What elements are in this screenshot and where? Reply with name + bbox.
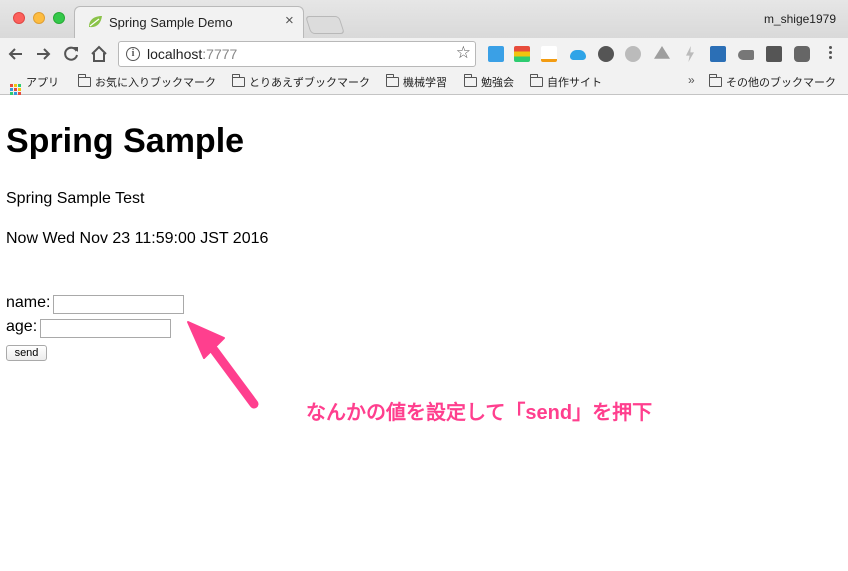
- forward-arrow-icon[interactable]: [33, 44, 53, 64]
- tab-title: Spring Sample Demo: [109, 15, 233, 30]
- bookmark-folder-label: お気に入りブックマーク: [95, 77, 216, 89]
- name-row: name:: [6, 294, 185, 314]
- age-row: age:: [6, 318, 172, 338]
- bookmark-other-label: その他のブックマーク: [726, 77, 836, 89]
- jb-icon[interactable]: [766, 46, 782, 62]
- cloud-icon[interactable]: [570, 50, 586, 60]
- folder-icon: [232, 74, 245, 87]
- bookmarks-overflow-chevron[interactable]: »: [688, 73, 695, 87]
- browser-tab[interactable]: Spring Sample Demo ×: [74, 6, 304, 38]
- age-label: age:: [6, 318, 38, 335]
- bookmark-folder[interactable]: 自作サイト: [530, 74, 602, 90]
- back-arrow-icon[interactable]: [6, 44, 26, 64]
- window-close-button[interactable]: [13, 12, 25, 24]
- bookmark-folder[interactable]: 勉強会: [464, 74, 514, 90]
- page-subtitle: Spring Sample Test: [6, 190, 145, 207]
- bookmark-star-icon[interactable]: ☆: [456, 43, 471, 63]
- bookmark-folder[interactable]: とりあえずブックマーク: [232, 74, 370, 90]
- folder-icon: [530, 74, 543, 87]
- amazon-icon[interactable]: [541, 46, 557, 62]
- layers-icon[interactable]: [514, 46, 530, 62]
- folder-icon: [464, 74, 477, 87]
- moon-icon[interactable]: [598, 46, 614, 62]
- annotation-text: なんかの値を設定して「send」を押下: [306, 402, 653, 424]
- bookmark-apps-label: アプリ: [26, 77, 59, 89]
- url-text[interactable]: localhost:7777: [147, 46, 237, 62]
- send-button[interactable]: send: [6, 345, 47, 361]
- url-port: :7777: [202, 46, 238, 62]
- apps-grid-icon: [10, 84, 21, 95]
- name-input[interactable]: [53, 295, 185, 314]
- tab-close-icon[interactable]: ×: [285, 13, 294, 29]
- page-content: Spring Sample Spring Sample Test Now Wed…: [0, 96, 848, 571]
- home-icon[interactable]: [89, 44, 109, 64]
- bookmark-other-folder[interactable]: その他のブックマーク: [709, 74, 836, 90]
- age-input[interactable]: [40, 319, 172, 338]
- window-maximize-button[interactable]: [53, 12, 65, 24]
- bookmark-folder-label: 機械学習: [403, 77, 447, 89]
- bookmark-folder-label: 勉強会: [481, 77, 514, 89]
- spring-leaf-icon: [89, 16, 102, 28]
- name-label: name:: [6, 294, 51, 311]
- bookmark-folder-label: 自作サイト: [547, 77, 602, 89]
- current-time-text: Now Wed Nov 23 11:59:00 JST 2016: [6, 230, 269, 247]
- bookmark-folder-label: とりあえずブックマーク: [249, 77, 370, 89]
- folder-icon: [78, 74, 91, 87]
- folder-icon: [386, 74, 399, 87]
- info-icon[interactable]: i: [126, 47, 140, 61]
- bookmark-apps[interactable]: アプリ: [10, 74, 59, 95]
- mouse-icon[interactable]: [738, 50, 754, 60]
- page-title: Spring Sample: [6, 122, 245, 160]
- bookmark-folder[interactable]: お気に入りブックマーク: [78, 74, 216, 90]
- folder-icon: [709, 74, 722, 87]
- window-minimize-button[interactable]: [33, 12, 45, 24]
- b1-icon[interactable]: [488, 46, 504, 62]
- chrome-menu-icon[interactable]: [825, 44, 835, 64]
- annotation-arrow-icon: [185, 319, 261, 411]
- url-host: localhost: [147, 46, 203, 62]
- window-titlebar: Spring Sample Demo × m_shige1979: [0, 0, 848, 38]
- atom-icon[interactable]: [625, 46, 641, 62]
- address-bar[interactable]: i localhost:7777 ☆: [118, 41, 476, 67]
- bookmark-folder[interactable]: 機械学習: [386, 74, 447, 90]
- s-icon[interactable]: [710, 46, 726, 62]
- bookmarks-bar: アプリ お気に入りブックマーク とりあえずブックマーク 機械学習 勉強会 自作サ…: [0, 70, 848, 95]
- new-tab-button[interactable]: [305, 16, 345, 34]
- profile-name[interactable]: m_shige1979: [764, 12, 836, 26]
- reload-icon[interactable]: [61, 44, 81, 64]
- pocket-icon[interactable]: [794, 46, 810, 62]
